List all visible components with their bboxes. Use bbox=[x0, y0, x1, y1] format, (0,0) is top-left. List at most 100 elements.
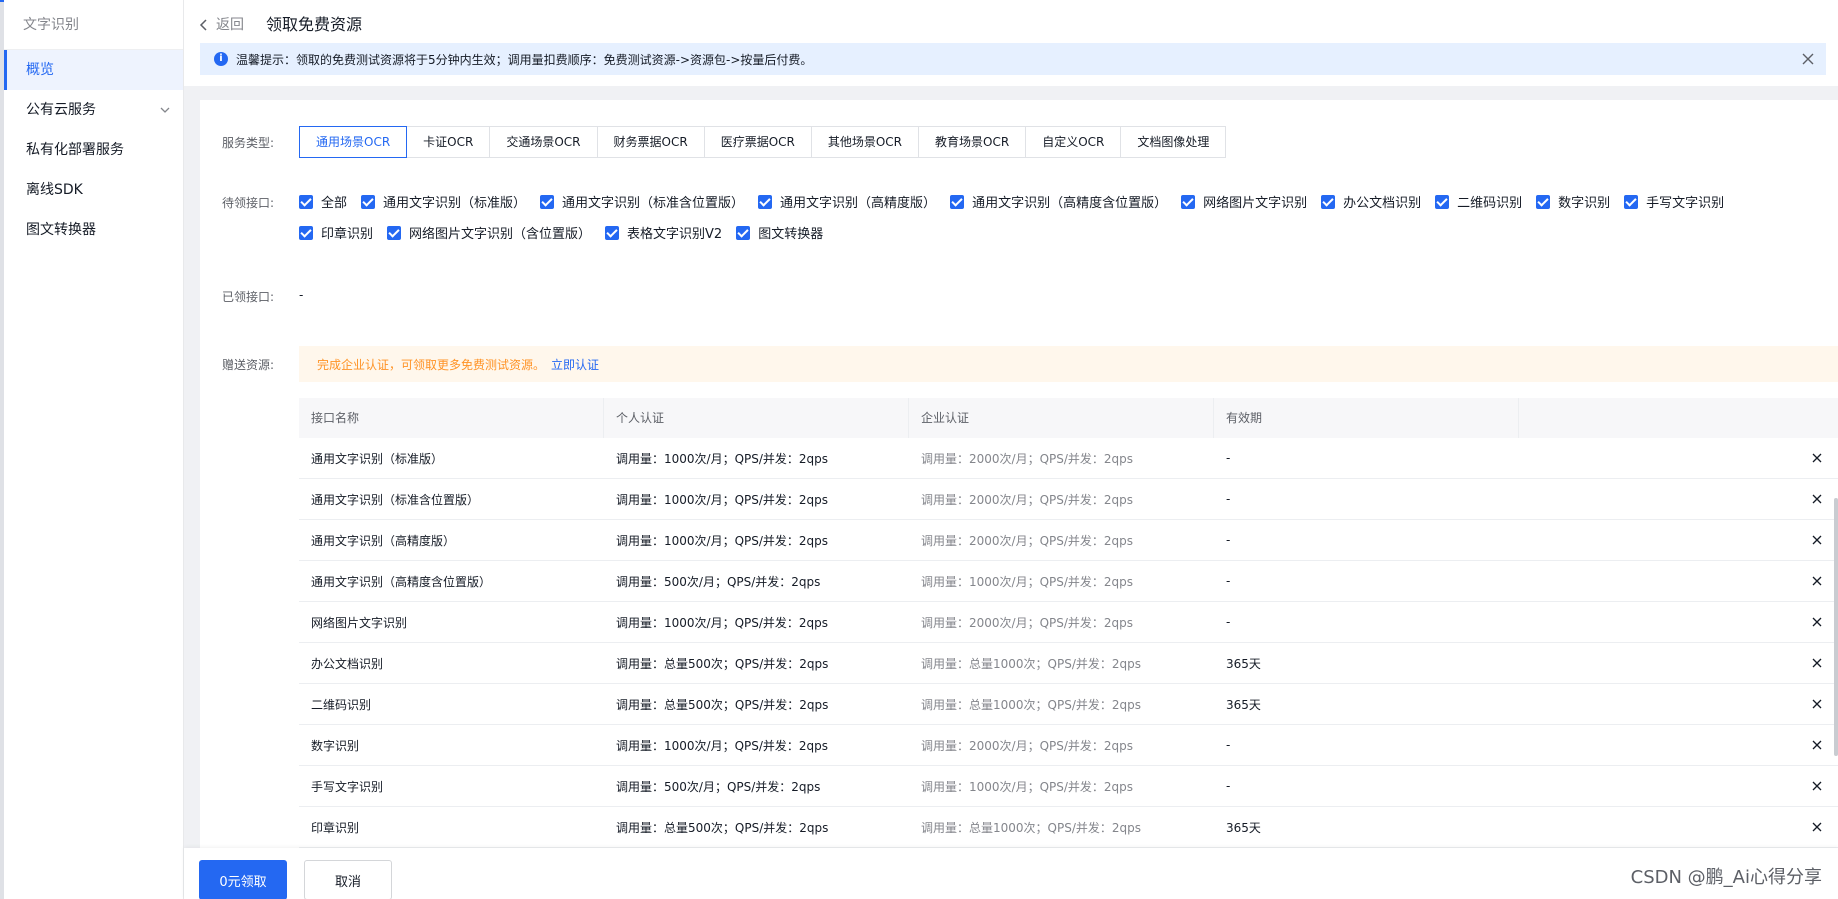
gift-label: 赠送资源: bbox=[222, 358, 275, 372]
checkbox-line: 全部 通用文字识别（标准版） 通用文字识别（标准含位置版） 通用文字识别（高精度版） 通… bbox=[299, 186, 1819, 217]
checkbox-checked-icon bbox=[1624, 194, 1639, 209]
remove-row-icon[interactable] bbox=[1810, 697, 1824, 711]
api-checkbox[interactable]: 二维码识别 bbox=[1435, 192, 1522, 211]
api-checkbox[interactable]: 手写文字识别 bbox=[1624, 192, 1724, 211]
remove-row-icon[interactable] bbox=[1810, 492, 1824, 506]
api-checkbox[interactable]: 印章识别 bbox=[299, 223, 373, 242]
remove-row-icon[interactable] bbox=[1810, 779, 1824, 793]
close-icon[interactable] bbox=[1800, 51, 1816, 67]
personal-quota-cell: 调用量：总量500次；QPS/并发：2qps bbox=[616, 820, 829, 835]
personal-quota-cell: 调用量：总量500次；QPS/并发：2qps bbox=[616, 697, 829, 712]
claim-free-button[interactable]: 0元领取 bbox=[199, 860, 287, 899]
api-checkbox[interactable]: 网络图片文字识别（含位置版） bbox=[387, 223, 591, 242]
checkbox-label: 网络图片文字识别（含位置版） bbox=[409, 227, 592, 242]
remove-row-icon[interactable] bbox=[1810, 820, 1824, 834]
api-name-cell: 通用文字识别（标准版） bbox=[311, 451, 444, 466]
validity-cell: 365天 bbox=[1226, 820, 1261, 835]
checkbox-checked-icon bbox=[387, 225, 402, 240]
table-row: 通用文字识别（高精度版） 调用量：1000次/月；QPS/并发：2qps 调用量：2… bbox=[299, 520, 1838, 561]
tab-finance-ocr[interactable]: 财务票据OCR bbox=[598, 127, 705, 157]
checkbox-label: 通用文字识别（标准版） bbox=[383, 196, 527, 211]
validity-cell: - bbox=[1226, 492, 1231, 506]
sidebar-item-offline-sdk[interactable]: 离线SDK bbox=[4, 170, 183, 210]
checkbox-label: 办公文档识别 bbox=[1343, 196, 1422, 211]
api-checkbox[interactable]: 网络图片文字识别 bbox=[1181, 192, 1307, 211]
validity-cell: - bbox=[1226, 574, 1231, 588]
cancel-button[interactable]: 取消 bbox=[304, 860, 392, 899]
back-button[interactable]: 返回 bbox=[198, 14, 244, 36]
tab-doc-image[interactable]: 文档图像处理 bbox=[1121, 127, 1225, 157]
main-area: 返回 领取免费资源 i 温馨提示：领取的免费测试资源将于5分钟内生效；调用量扣费… bbox=[184, 0, 1838, 899]
api-checkbox[interactable]: 图文转换器 bbox=[736, 223, 823, 242]
sidebar-item-image-converter[interactable]: 图文转换器 bbox=[4, 210, 183, 250]
checkbox-label: 通用文字识别（标准含位置版） bbox=[562, 196, 745, 211]
personal-quota-cell: 调用量：1000次/月；QPS/并发：2qps bbox=[616, 492, 829, 507]
table-row: 办公文档识别 调用量：总量500次；QPS/并发：2qps 调用量：总量1000次；… bbox=[299, 643, 1838, 684]
tab-education-ocr[interactable]: 教育场景OCR bbox=[919, 127, 1027, 157]
checkbox-label: 通用文字识别（高精度版） bbox=[780, 196, 937, 211]
checkbox-label: 数字识别 bbox=[1558, 196, 1611, 211]
enterprise-quota-cell: 调用量：1000次/月；QPS/并发：2qps bbox=[921, 574, 1134, 589]
remove-row-icon[interactable] bbox=[1810, 738, 1824, 752]
verify-now-link[interactable]: 立即认证 bbox=[551, 356, 599, 373]
api-checkbox[interactable]: 表格文字识别V2 bbox=[605, 223, 722, 242]
api-checkbox[interactable]: 数字识别 bbox=[1536, 192, 1610, 211]
api-checkbox[interactable]: 通用文字识别（高精度含位置版） bbox=[950, 192, 1167, 211]
remove-row-icon[interactable] bbox=[1810, 574, 1824, 588]
validity-cell: - bbox=[1226, 533, 1231, 547]
checkbox-checked-icon bbox=[736, 225, 751, 240]
sidebar: 文字识别 概览 公有云服务 私有化部署服务 离线SDK 图文转换器 bbox=[4, 0, 184, 899]
auth-tip-text: 完成企业认证，可领取更多免费测试资源。 bbox=[317, 357, 546, 372]
api-name-cell: 二维码识别 bbox=[311, 697, 372, 712]
back-label: 返回 bbox=[216, 17, 244, 33]
api-checkbox[interactable]: 办公文档识别 bbox=[1321, 192, 1421, 211]
header: 返回 领取免费资源 i 温馨提示：领取的免费测试资源将于5分钟内生效；调用量扣费… bbox=[184, 0, 1838, 86]
tab-card-ocr[interactable]: 卡证OCR bbox=[407, 127, 491, 157]
column-header: 个人认证 bbox=[604, 398, 909, 438]
checkbox-checked-icon bbox=[605, 225, 620, 240]
table-header: 接口名称 个人认证 企业认证 有效期 bbox=[299, 398, 1838, 438]
table-row: 手写文字识别 调用量：500次/月；QPS/并发：2qps 调用量：1000次/月；… bbox=[299, 766, 1838, 807]
checkbox-label: 网络图片文字识别 bbox=[1203, 196, 1308, 211]
notice-text: 温馨提示：领取的免费测试资源将于5分钟内生效；调用量扣费顺序：免费测试资源->资… bbox=[236, 52, 813, 67]
sidebar-item-public-cloud[interactable]: 公有云服务 bbox=[4, 90, 183, 130]
checkbox-checked-icon bbox=[1536, 194, 1551, 209]
checkbox-line: 印章识别 网络图片文字识别（含位置版） 表格文字识别V2 图文转换器 bbox=[299, 217, 1819, 248]
enterprise-quota-cell: 调用量：2000次/月；QPS/并发：2qps bbox=[921, 451, 1134, 466]
checkbox-label: 图文转换器 bbox=[758, 227, 824, 242]
sidebar-title: 文字识别 bbox=[4, 0, 183, 50]
remove-row-icon[interactable] bbox=[1810, 615, 1824, 629]
api-name-cell: 办公文档识别 bbox=[311, 656, 384, 671]
checkbox-checked-icon bbox=[950, 194, 965, 209]
api-name-cell: 数字识别 bbox=[311, 738, 360, 753]
sidebar-item-overview[interactable]: 概览 bbox=[4, 50, 183, 90]
api-name-cell: 通用文字识别（高精度版） bbox=[311, 533, 456, 548]
api-checkbox[interactable]: 通用文字识别（标准含位置版） bbox=[540, 192, 744, 211]
tab-traffic-ocr[interactable]: 交通场景OCR bbox=[490, 127, 598, 157]
api-checkbox[interactable]: 全部 bbox=[299, 192, 347, 211]
api-checkbox[interactable]: 通用文字识别（高精度版） bbox=[758, 192, 936, 211]
api-checkbox[interactable]: 通用文字识别（标准版） bbox=[361, 192, 526, 211]
column-header bbox=[1519, 398, 1838, 438]
checkbox-checked-icon bbox=[758, 194, 773, 209]
tab-general-ocr[interactable]: 通用场景OCR bbox=[299, 126, 408, 158]
checkbox-checked-icon bbox=[299, 194, 313, 209]
checkbox-label: 全部 bbox=[321, 196, 348, 211]
tab-medical-ocr[interactable]: 医疗票据OCR bbox=[705, 127, 812, 157]
api-name-cell: 通用文字识别（高精度含位置版） bbox=[311, 574, 492, 589]
validity-cell: 365天 bbox=[1226, 656, 1261, 671]
checkbox-label: 通用文字识别（高精度含位置版） bbox=[972, 196, 1168, 211]
scrollbar-thumb[interactable] bbox=[1834, 498, 1838, 756]
table-body: 通用文字识别（标准版） 调用量：1000次/月；QPS/并发：2qps 调用量：20… bbox=[299, 438, 1838, 848]
sidebar-item-private-deploy[interactable]: 私有化部署服务 bbox=[4, 130, 183, 170]
column-header: 接口名称 bbox=[299, 398, 604, 438]
remove-row-icon[interactable] bbox=[1810, 656, 1824, 670]
tab-custom-ocr[interactable]: 自定义OCR bbox=[1026, 127, 1122, 157]
personal-quota-cell: 调用量：500次/月；QPS/并发：2qps bbox=[616, 779, 821, 794]
remove-row-icon[interactable] bbox=[1810, 533, 1824, 547]
tab-other-ocr[interactable]: 其他场景OCR bbox=[812, 127, 920, 157]
personal-quota-cell: 调用量：总量500次；QPS/并发：2qps bbox=[616, 656, 829, 671]
personal-quota-cell: 调用量：1000次/月；QPS/并发：2qps bbox=[616, 615, 829, 630]
remove-row-icon[interactable] bbox=[1810, 451, 1824, 465]
table-row: 二维码识别 调用量：总量500次；QPS/并发：2qps 调用量：总量1000次；Q… bbox=[299, 684, 1838, 725]
